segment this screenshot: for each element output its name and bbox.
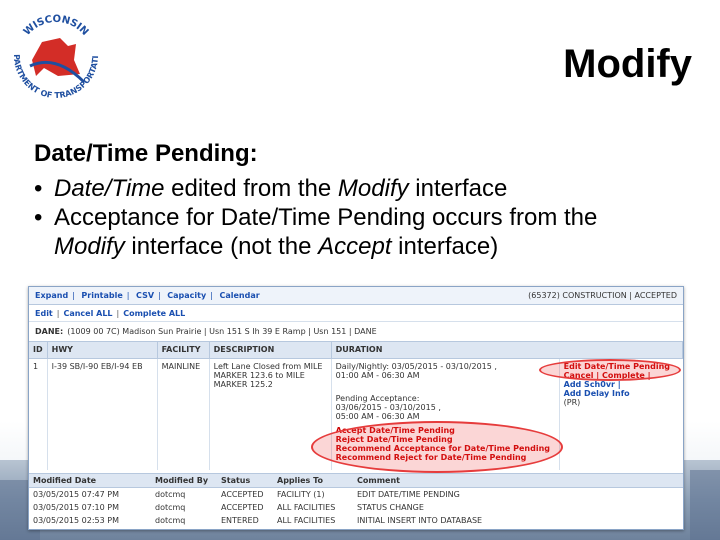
wisdot-logo: WISCONSIN DEPARTMENT OF TRANSPORTATION bbox=[2, 4, 100, 100]
table-row: 1 I-39 SB/I-90 EB/I-94 EB MAINLINE Left … bbox=[29, 358, 683, 470]
row-duration: Daily/Nightly: 03/05/2015 - 03/10/2015 ,… bbox=[331, 358, 560, 470]
col-duration: DURATION bbox=[331, 342, 684, 359]
hist-col-status: Status bbox=[217, 473, 273, 488]
pr-note: (PR) bbox=[563, 397, 581, 407]
status-text: (65372) CONSTRUCTION | ACCEPTED bbox=[528, 291, 677, 300]
add-schovr-link[interactable]: Add Sch0vr | bbox=[564, 380, 679, 389]
expand-link[interactable]: Expand bbox=[35, 291, 68, 300]
facility-table: ID HWY FACILITY DESCRIPTION DURATION 1 I… bbox=[29, 342, 684, 470]
col-facility: FACILITY bbox=[157, 342, 210, 359]
recommend-reject-link[interactable]: Recommend Reject for Date/Time Pending bbox=[336, 453, 555, 462]
complete-all-link[interactable]: Complete ALL bbox=[123, 309, 185, 318]
row-facility: MAINLINE bbox=[157, 358, 210, 470]
incident-panel: Expand | Printable | CSV | Capacity | Calend… bbox=[28, 286, 684, 530]
col-id: ID bbox=[29, 342, 48, 359]
edit-datetime-pending-link[interactable]: Edit Date/Time Pending bbox=[564, 362, 679, 371]
recommend-accept-link[interactable]: Recommend Acceptance for Date/Time Pendi… bbox=[336, 444, 555, 453]
csv-link[interactable]: CSV bbox=[136, 291, 154, 300]
cancel-all-link[interactable]: Cancel ALL bbox=[63, 309, 112, 318]
row-hwy: I-39 SB/I-90 EB/I-94 EB bbox=[47, 358, 158, 470]
panel-toolbar: Expand | Printable | CSV | Capacity | Calend… bbox=[29, 287, 683, 305]
route-label: DANE: bbox=[35, 327, 64, 336]
calendar-link[interactable]: Calendar bbox=[219, 291, 259, 300]
hist-col-by: Modified By bbox=[151, 473, 217, 488]
hist-col-comment: Comment bbox=[353, 473, 683, 488]
pending-label: Pending Acceptance: bbox=[335, 393, 420, 403]
accept-pending-link[interactable]: Accept Date/Time Pending bbox=[336, 426, 555, 435]
row-description: Left Lane Closed from MILE MARKER 123.6 … bbox=[209, 358, 332, 470]
printable-link[interactable]: Printable bbox=[81, 291, 122, 300]
capacity-link[interactable]: Capacity bbox=[167, 291, 206, 300]
bullet-2: • Acceptance for Date/Time Pending occur… bbox=[34, 204, 598, 260]
bullet-list: • Date/Time edited from the Modify inter… bbox=[34, 174, 704, 261]
bullet-1: • Date/Time edited from the Modify inter… bbox=[34, 175, 508, 202]
add-delay-info-link[interactable]: Add Delay Info bbox=[564, 389, 679, 398]
history-table: Modified Date Modified By Status Applies… bbox=[29, 473, 683, 527]
table-row: 03/05/2015 02:53 PM dotcmq ENTERED ALL FACI… bbox=[33, 516, 483, 525]
route-info: DANE: (1009 00 7C) Madison Sun Prairie |… bbox=[29, 322, 683, 342]
cancel-complete-link[interactable]: Cancel | Complete | bbox=[564, 371, 679, 380]
row-actions: Edit Date/Time Pending Cancel | Complete… bbox=[559, 358, 682, 470]
table-row: 03/05/2015 07:10 PM dotcmq ACCEPTED ALL FAC… bbox=[33, 503, 424, 512]
col-hwy: HWY bbox=[47, 342, 158, 359]
section-heading: Date/Time Pending: bbox=[34, 140, 258, 167]
edit-link[interactable]: Edit bbox=[35, 309, 53, 318]
col-description: DESCRIPTION bbox=[209, 342, 332, 359]
hist-col-applies: Applies To bbox=[273, 473, 353, 488]
table-row: 03/05/2015 07:47 PM dotcmq ACCEPTED FACILIT… bbox=[33, 490, 460, 499]
action-row: Edit | Cancel ALL | Complete ALL bbox=[29, 305, 683, 322]
hist-col-date: Modified Date bbox=[29, 473, 151, 488]
route-text: (1009 00 7C) Madison Sun Prairie | Usn 1… bbox=[67, 327, 377, 336]
row-id: 1 bbox=[29, 358, 48, 470]
slide-title: Modify bbox=[563, 42, 692, 86]
reject-pending-link[interactable]: Reject Date/Time Pending bbox=[336, 435, 555, 444]
